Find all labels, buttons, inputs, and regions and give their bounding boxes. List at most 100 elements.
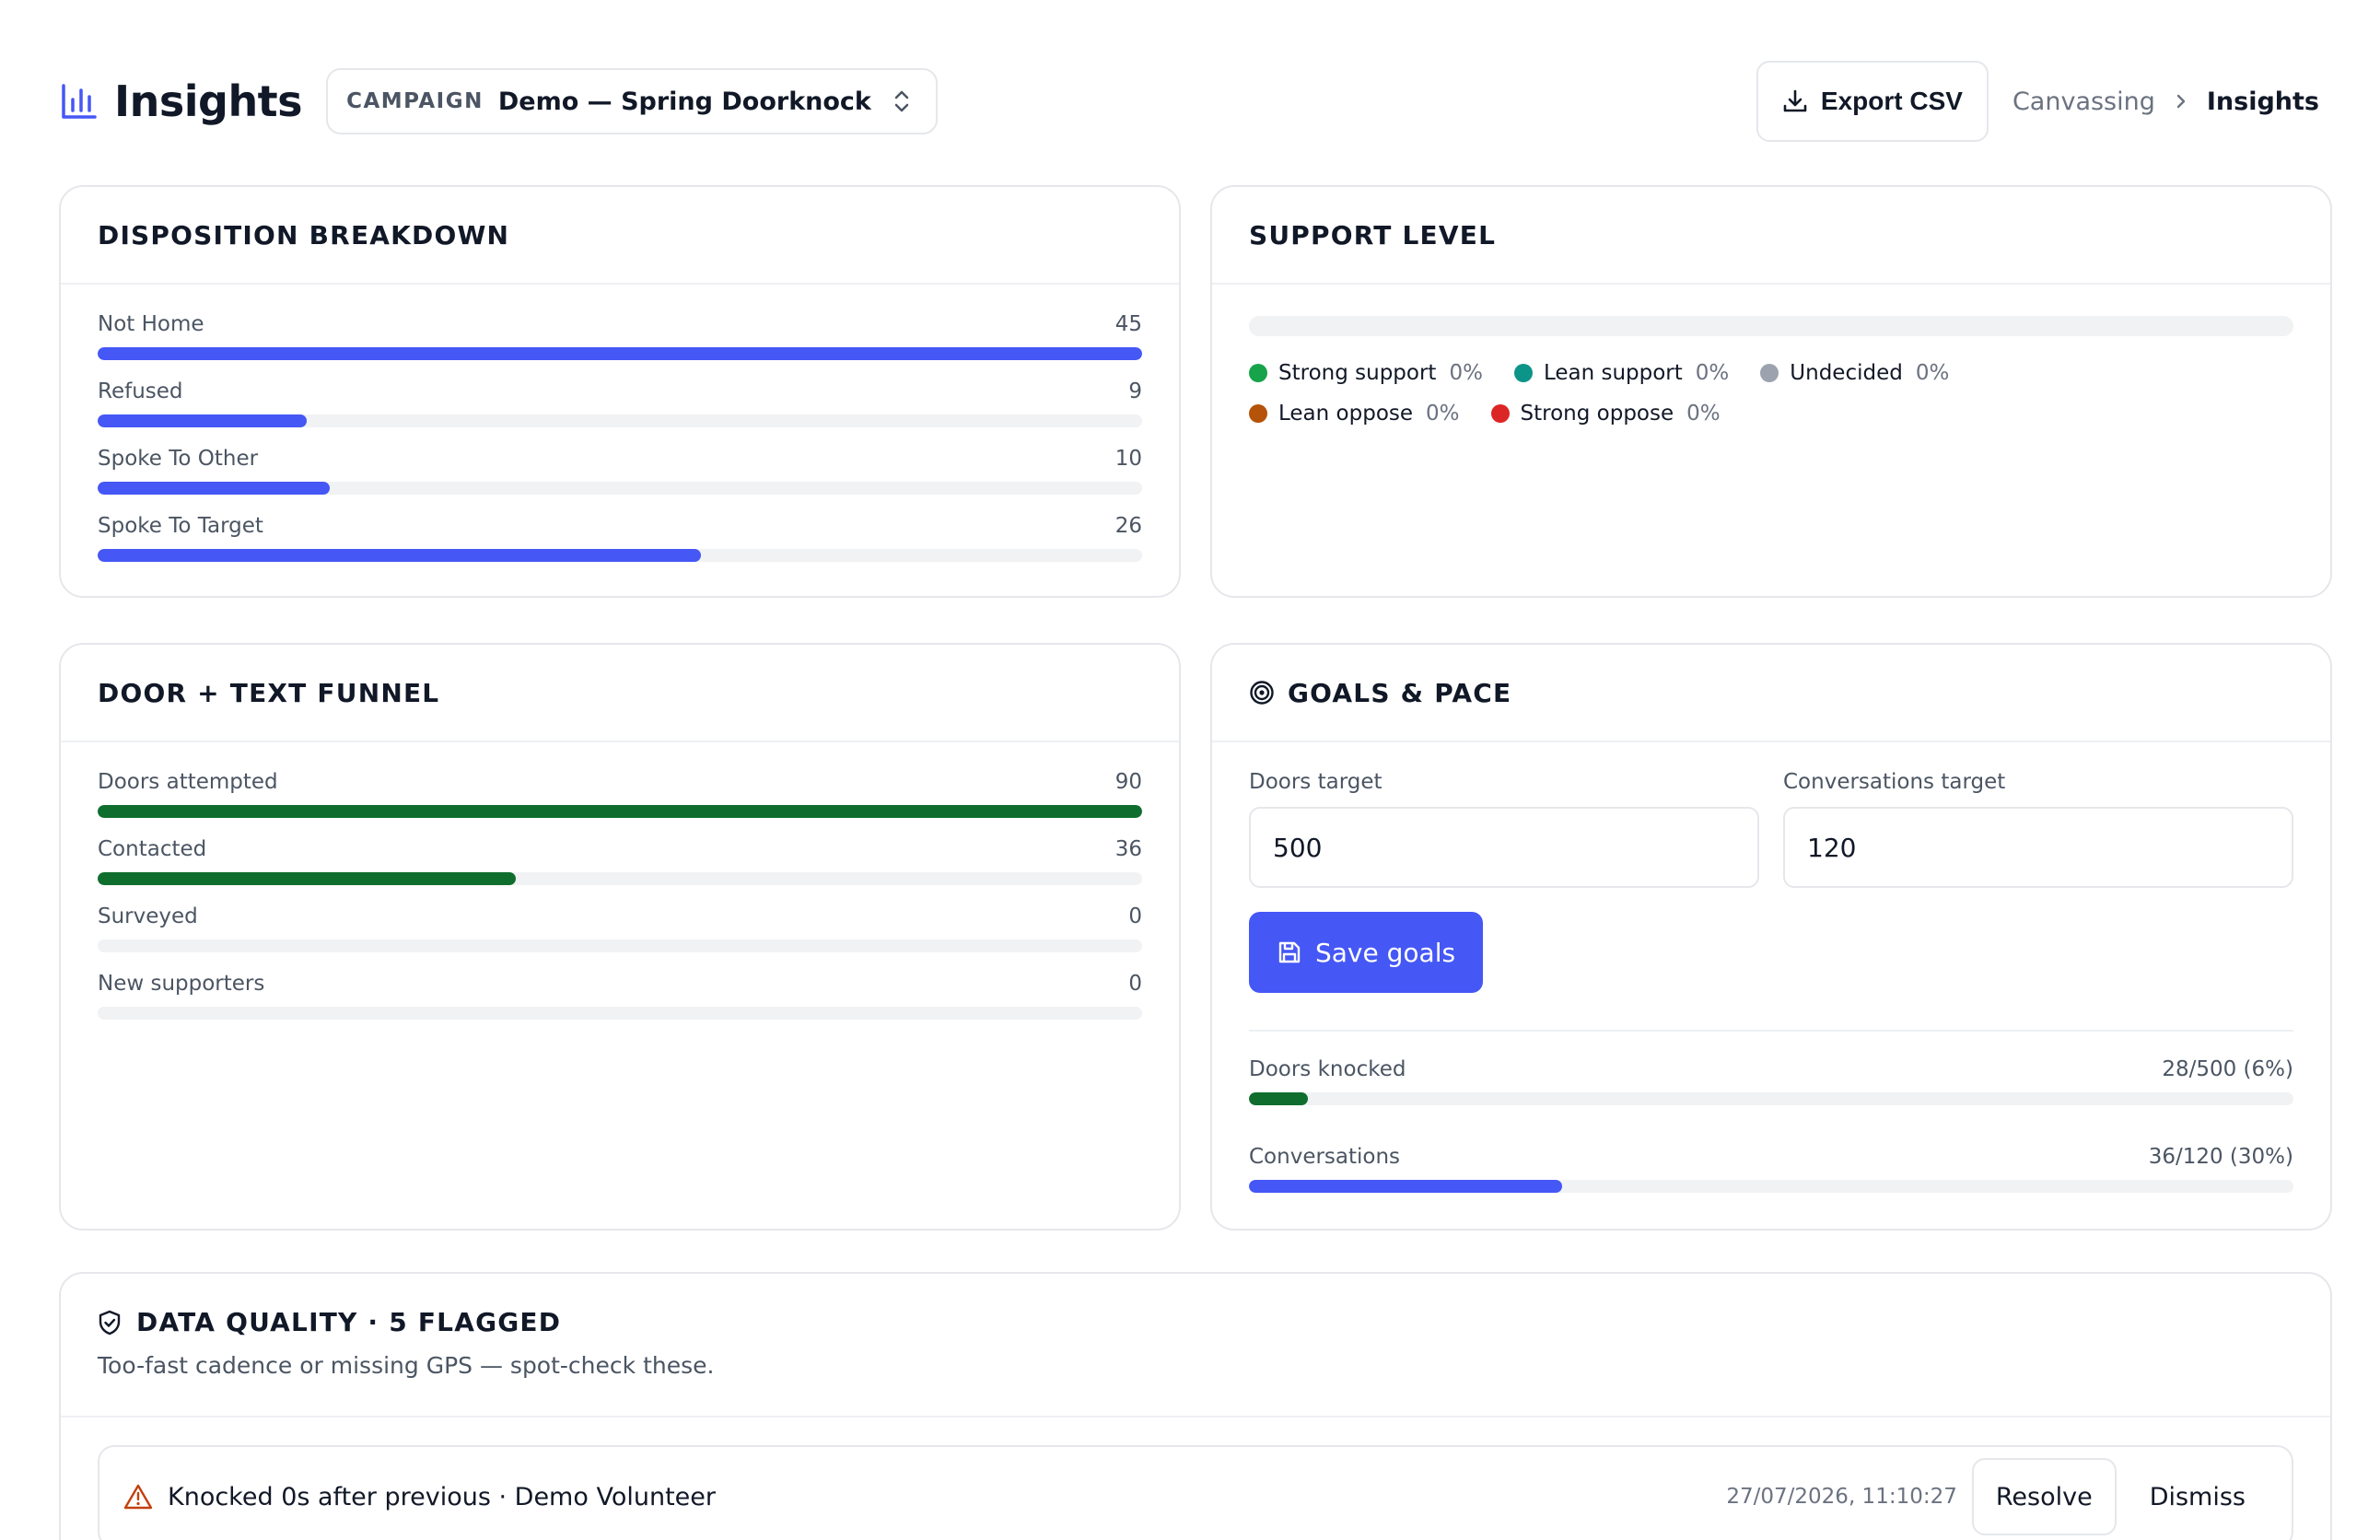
progress-fill <box>98 414 307 427</box>
metric-value: 9 <box>1128 379 1142 403</box>
warning-icon <box>123 1484 153 1510</box>
conversations-target-input[interactable] <box>1783 807 2293 888</box>
doors-target-input[interactable] <box>1249 807 1759 888</box>
support-bar-track <box>1249 316 2293 336</box>
support-legend: Strong support 0% Lean support 0% Undeci… <box>1249 360 2170 426</box>
data-quality-subtitle: Too-fast cadence or missing GPS — spot-c… <box>98 1352 715 1379</box>
disposition-title: DISPOSITION BREAKDOWN <box>98 219 510 251</box>
bar-chart-icon <box>62 84 97 119</box>
metric-value: 10 <box>1114 447 1142 471</box>
metric-label: Doors knocked <box>1249 1057 1406 1081</box>
resolve-button[interactable]: Resolve <box>1971 1458 2117 1535</box>
legend-label: Lean oppose <box>1278 402 1414 426</box>
progress-fill <box>1249 1180 1563 1193</box>
legend-dot <box>1490 404 1510 423</box>
save-goals-button[interactable]: Save goals <box>1249 912 1484 993</box>
goal-inputs: Doors target Conversations target <box>1249 766 2293 888</box>
save-icon <box>1278 941 1301 963</box>
progress-track <box>98 482 1142 495</box>
progress-fill <box>98 482 330 495</box>
export-csv-button[interactable]: Export CSV <box>1756 61 1989 142</box>
disposition-row: Not Home 45 <box>98 309 1142 376</box>
flag-description: Knocked 0s after previous · Demo Volunte… <box>168 1482 716 1511</box>
legend-label: Strong oppose <box>1520 402 1674 426</box>
progress-fill <box>98 549 702 562</box>
metric-label: Refused <box>98 379 183 403</box>
support-card-header: SUPPORT LEVEL <box>1212 187 2330 285</box>
metric-label: Not Home <box>98 312 204 336</box>
data-quality-header: DATA QUALITY · 5 FLAGGED Too-fast cadenc… <box>61 1274 2330 1418</box>
metric-label: Conversations <box>1249 1145 1401 1169</box>
divider <box>1249 1030 2293 1032</box>
data-quality-title: DATA QUALITY · 5 FLAGGED <box>136 1307 562 1337</box>
metric-label: Contacted <box>98 837 207 861</box>
progress-track <box>98 347 1142 360</box>
legend-label: Undecided <box>1790 361 1903 385</box>
target-icon <box>1250 681 1274 705</box>
metric-label: Spoke To Target <box>98 514 263 538</box>
legend-percent: 0% <box>1426 402 1460 426</box>
metric-label: Doors attempted <box>98 770 278 794</box>
disposition-card-header: DISPOSITION BREAKDOWN <box>61 187 1179 285</box>
funnel-card: DOOR + TEXT FUNNEL Doors attempted 90 Con… <box>59 643 1181 1231</box>
metric-value: 45 <box>1114 312 1142 336</box>
metric-label: New supporters <box>98 972 265 996</box>
campaign-select[interactable]: CAMPAIGN Demo — Spring Doorknock <box>326 68 938 134</box>
page-title: Insights <box>114 76 303 126</box>
insights-page: Insights CAMPAIGN Demo — Spring Doorknoc… <box>0 0 2380 1540</box>
goals-title: GOALS & PACE <box>1288 677 1512 708</box>
data-quality-title-row: DATA QUALITY · 5 FLAGGED <box>98 1307 2293 1337</box>
funnel-row: Doors attempted 90 <box>98 766 1142 834</box>
dismiss-button[interactable]: Dismiss <box>2128 1458 2268 1535</box>
save-goals-label: Save goals <box>1315 937 1456 968</box>
progress-track <box>98 805 1142 818</box>
flag-item: Knocked 0s after previous · Demo Volunte… <box>98 1445 2293 1540</box>
funnel-list: Doors attempted 90 Contacted 36 Surveyed 0 … <box>61 742 1179 1035</box>
doors-target-field: Doors target <box>1249 766 1759 888</box>
export-csv-label: Export CSV <box>1820 87 1963 115</box>
support-title: SUPPORT LEVEL <box>1249 219 1497 251</box>
legend-label: Strong support <box>1278 361 1437 385</box>
goals-card: GOALS & PACE Doors target Conversations … <box>1210 643 2332 1231</box>
progress-track <box>1249 1180 2293 1193</box>
flag-timestamp: 27/07/2026, 11:10:27 <box>1726 1485 1957 1509</box>
progress-fill <box>1249 1092 1308 1105</box>
funnel-title: DOOR + TEXT FUNNEL <box>98 677 440 708</box>
metric-value: 26 <box>1114 514 1142 538</box>
chevron-up-down-icon <box>894 90 909 112</box>
download-icon <box>1783 89 1807 112</box>
legend-label: Lean support <box>1543 361 1683 385</box>
chevron-right-icon <box>2176 94 2186 109</box>
legend-item-strong-support: Strong support 0% <box>1249 360 1483 386</box>
shield-check-icon <box>99 1310 121 1335</box>
metric-value: 90 <box>1114 770 1142 794</box>
funnel-row: Surveyed 0 <box>98 901 1142 968</box>
progress-track <box>98 1007 1142 1020</box>
metric-value: 0 <box>1128 904 1142 928</box>
legend-percent: 0% <box>1695 361 1730 385</box>
metric-value: 0 <box>1128 972 1142 996</box>
breadcrumb: Canvassing Insights <box>2012 88 2319 116</box>
conversations-target-field: Conversations target <box>1783 766 2293 888</box>
legend-dot <box>1760 364 1779 382</box>
brand: Insights <box>61 76 303 126</box>
progress-fill <box>98 805 1142 818</box>
legend-percent: 0% <box>1449 361 1483 385</box>
metric-value: 36/120 (30%) <box>2148 1145 2293 1169</box>
progress-track <box>1249 1092 2293 1105</box>
metric-value: 36 <box>1114 837 1142 861</box>
pace-row-doors: Doors knocked 28/500 (6%) <box>1249 1054 2293 1121</box>
disposition-row: Refused 9 <box>98 376 1142 443</box>
breadcrumb-canvassing[interactable]: Canvassing <box>2012 88 2155 116</box>
legend-dot <box>1249 364 1267 382</box>
progress-track <box>98 939 1142 952</box>
conversations-target-label: Conversations target <box>1783 770 2006 794</box>
progress-track <box>98 549 1142 562</box>
funnel-row: Contacted 36 <box>98 834 1142 901</box>
metric-label: Spoke To Other <box>98 447 259 471</box>
campaign-label: CAMPAIGN <box>346 89 484 113</box>
funnel-card-header: DOOR + TEXT FUNNEL <box>61 645 1179 742</box>
doors-target-label: Doors target <box>1249 770 1382 794</box>
metric-value: 28/500 (6%) <box>2162 1057 2293 1081</box>
breadcrumb-insights: Insights <box>2206 87 2319 116</box>
